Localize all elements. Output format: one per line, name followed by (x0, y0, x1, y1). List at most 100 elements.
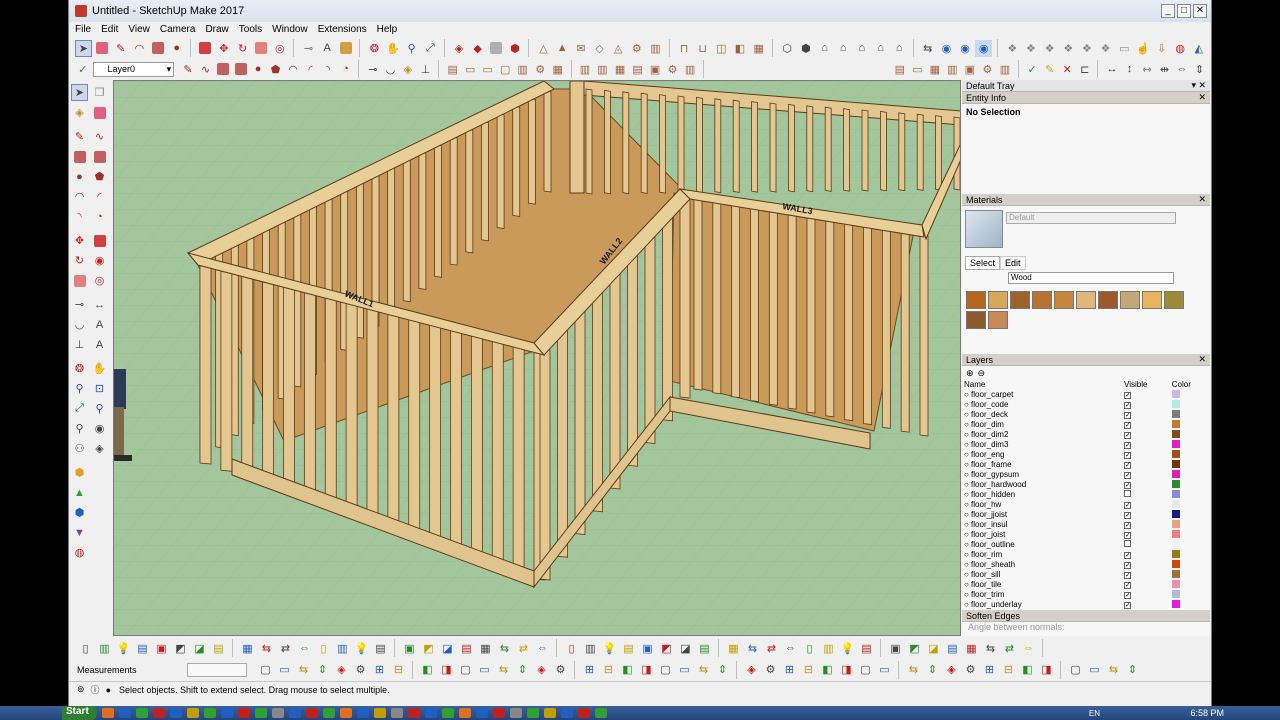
arc-tool-icon[interactable]: ◠ (131, 40, 148, 57)
polygon-icon[interactable]: ⬟ (268, 61, 284, 78)
make-component-icon[interactable]: ❒ (91, 84, 108, 101)
tape-measure-icon[interactable]: ⊸ (300, 40, 317, 57)
scale-tool-icon[interactable] (253, 40, 270, 57)
tool-row2-icon-39[interactable]: ◧ (1019, 661, 1036, 678)
ext-icon-10[interactable]: ❖ (1079, 40, 1096, 57)
rotated-rect-icon[interactable] (233, 61, 249, 78)
tool-row1-icon-20[interactable]: ▤ (458, 640, 475, 657)
rotate-left-icon[interactable]: ↻ (71, 252, 88, 269)
arc-icon[interactable]: ◠ (285, 61, 301, 78)
layer-name[interactable]: ○ floor_dim (962, 420, 1122, 430)
move-tool-icon[interactable]: ✥ (216, 40, 233, 57)
sandbox4-icon[interactable]: ◇ (591, 40, 608, 57)
sandbox-smoove-icon[interactable]: ⬢ (71, 504, 88, 521)
tool-row2-icon-22[interactable]: ▭ (676, 661, 693, 678)
layer-color-swatch[interactable] (1171, 529, 1180, 538)
layer-color-swatch[interactable] (1171, 429, 1180, 438)
credits-icon[interactable]: ⓘ (91, 683, 100, 696)
tool-row1-icon-40[interactable]: ▤ (858, 640, 875, 657)
material-swatch[interactable] (1032, 291, 1052, 309)
materials-header[interactable]: Materials ✕ (962, 194, 1210, 206)
tool-row2-icon-10[interactable]: ◨ (438, 661, 455, 678)
layer-color-swatch[interactable] (1171, 569, 1180, 578)
tool-row1-icon-12[interactable]: ⇔ (296, 640, 313, 657)
layer-name[interactable]: ○ floor_dim3 (962, 440, 1122, 450)
layer-name[interactable]: ○ floor_sheath (962, 560, 1122, 570)
layer-visible-checkbox[interactable]: ✓ (1124, 462, 1131, 470)
protractor-icon[interactable]: ◡ (383, 61, 399, 78)
tool-row1-icon-48[interactable]: ⇔ (1020, 640, 1037, 657)
push-pull-left-icon[interactable] (91, 232, 108, 249)
axes-icon[interactable]: ⊥ (418, 61, 434, 78)
sandbox-stamp-icon[interactable]: ▼ (71, 524, 88, 541)
previous-view-icon[interactable]: ⚲ (91, 400, 108, 417)
dim-icon-8[interactable]: ⇹ (1157, 61, 1173, 78)
add-layer-icon[interactable]: ⊕ (966, 368, 974, 379)
tool-row2-icon-37[interactable]: ⊞ (981, 661, 998, 678)
layer-visible-checkbox[interactable]: ✓ (1124, 572, 1131, 580)
tool-row2-icon-4[interactable]: ⇕ (314, 661, 331, 678)
roof-icon-1[interactable]: ▤ (892, 61, 908, 78)
dim-icon-2[interactable]: ✎ (1042, 61, 1058, 78)
layer-visible-checkbox[interactable]: ✓ (1124, 562, 1131, 570)
frame-icon-1[interactable]: ▤ (445, 61, 461, 78)
layer-visible-checkbox[interactable] (1124, 490, 1131, 498)
sandbox-icon[interactable]: △ (535, 40, 552, 57)
ext-icon-12[interactable]: ◭ (1191, 40, 1208, 57)
tool-row2-icon-25[interactable]: ◈ (743, 661, 760, 678)
taskbar-app-icon[interactable] (373, 708, 386, 718)
frame-icon-2[interactable]: ▭ (462, 61, 478, 78)
view-left-icon[interactable]: ⌂ (891, 40, 908, 57)
layer-color-swatch[interactable] (1171, 469, 1180, 478)
section-icon[interactable]: ⇆ (919, 40, 936, 57)
col-color[interactable]: Color (1170, 380, 1210, 390)
freehand-icon[interactable]: ✎ (180, 61, 196, 78)
tool-row2-icon-24[interactable]: ⇕ (714, 661, 731, 678)
layer-color-swatch[interactable] (1171, 539, 1180, 548)
tool-row2-icon-30[interactable]: ◨ (838, 661, 855, 678)
section-plane-icon[interactable]: ◈ (91, 440, 108, 457)
view-right-icon[interactable]: ⌂ (854, 40, 871, 57)
layer-name[interactable]: ○ floor_frame (962, 460, 1122, 470)
tool-row1-icon-9[interactable]: ▦ (239, 640, 256, 657)
tool-row2-icon-38[interactable]: ⊟ (1000, 661, 1017, 678)
tool-row1-icon-36[interactable]: ⇔ (782, 640, 799, 657)
taskbar-app-icon[interactable] (492, 708, 505, 718)
ext-icon-4[interactable]: ◧ (732, 40, 749, 57)
material-swatch[interactable] (966, 311, 986, 329)
layer-color-swatch[interactable] (1171, 549, 1180, 558)
layer-row[interactable]: ○ floor_insul ✓ (962, 519, 1210, 530)
tool-row2-icon-44[interactable]: ⇕ (1124, 661, 1141, 678)
layer-row[interactable]: ○ floor_outline (962, 539, 1210, 550)
tool-row2-icon-36[interactable]: ⚙ (962, 661, 979, 678)
minimize-button[interactable]: _ (1161, 4, 1175, 18)
layer-row[interactable]: ○ floor_eng ✓ (962, 449, 1210, 460)
text-left-icon[interactable]: A (91, 316, 108, 333)
taskbar-app-icon[interactable] (203, 708, 216, 718)
tool-row1-icon-15[interactable]: 💡 (353, 640, 370, 657)
taskbar-app-icon[interactable] (220, 708, 233, 718)
layers-header[interactable]: Layers ✕ (962, 354, 1210, 366)
warehouse-icon[interactable]: ◈ (451, 40, 468, 57)
menu-extensions[interactable]: Extensions (318, 24, 367, 35)
taskbar-app-icon[interactable] (509, 708, 522, 718)
layer-color-swatch[interactable] (1171, 559, 1180, 568)
walk-icon[interactable]: ⚇ (71, 440, 88, 457)
tool-row2-icon-35[interactable]: ◈ (943, 661, 960, 678)
start-button[interactable]: Start (62, 706, 97, 720)
ext-icon-8[interactable]: ❖ (1041, 40, 1058, 57)
dim-icon-3[interactable]: ✕ (1059, 61, 1075, 78)
taskbar-app-icon[interactable] (237, 708, 250, 718)
tool-row2-icon-20[interactable]: ◨ (638, 661, 655, 678)
layer-name[interactable]: ○ floor_hardwood (962, 480, 1122, 490)
sandbox-contours-icon[interactable]: ⬢ (71, 464, 88, 481)
zoom-extents-icon[interactable]: ⤢ (422, 40, 439, 57)
tool-row1-icon-17[interactable]: ▣ (401, 640, 418, 657)
materials-close-icon[interactable]: ✕ (1198, 194, 1206, 205)
tool-row2-icon-3[interactable]: ⇆ (295, 661, 312, 678)
layer-visible-checkbox[interactable]: ✓ (1124, 522, 1131, 530)
wall-icon-3[interactable]: ▦ (612, 61, 628, 78)
view-front-icon[interactable]: ⌂ (835, 40, 852, 57)
tool-row1-icon-8[interactable]: ▤ (210, 640, 227, 657)
zoom-extents-left-icon[interactable]: ⤢ (71, 400, 88, 417)
